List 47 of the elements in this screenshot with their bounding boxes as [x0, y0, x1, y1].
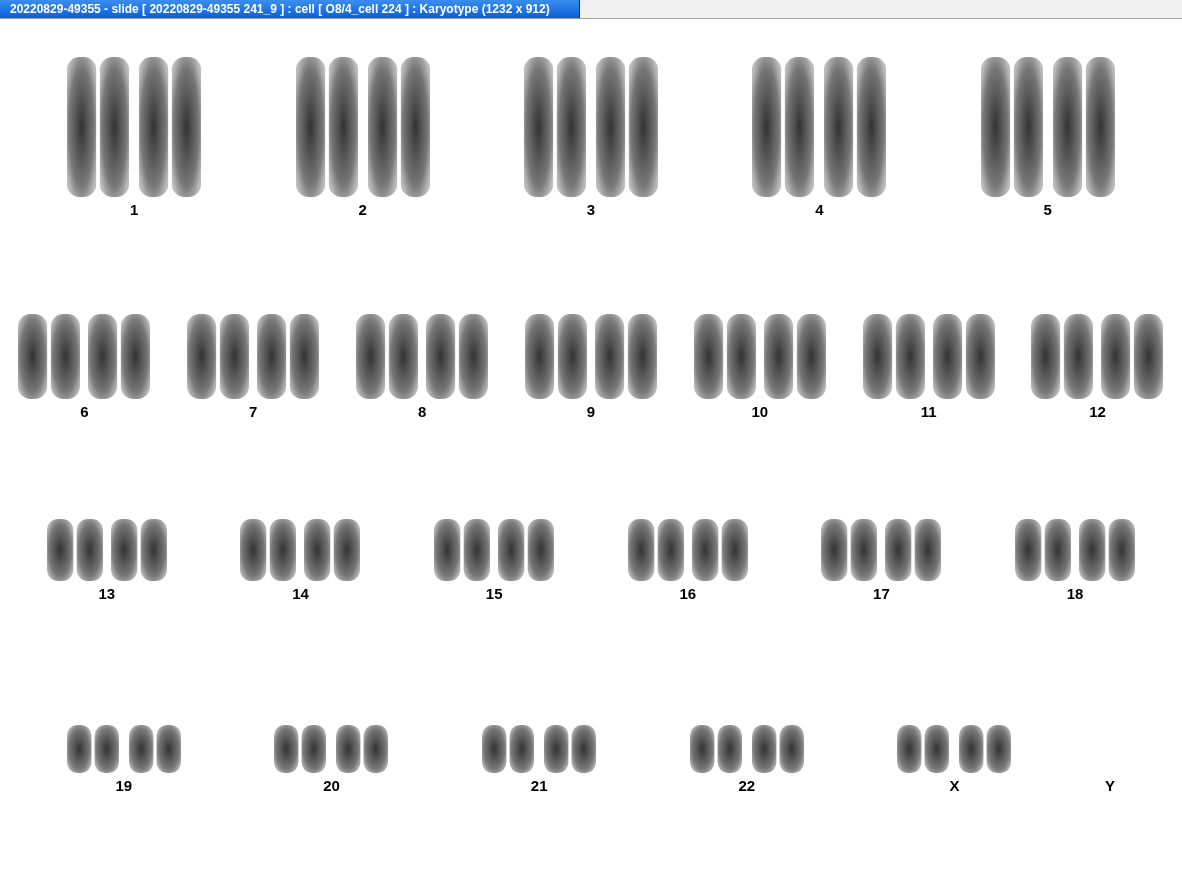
- chromosome-number: 15: [485, 585, 503, 603]
- chromosome-number: 3: [586, 201, 596, 219]
- chromosome-number: X: [949, 777, 960, 795]
- chromosome-image: [821, 519, 878, 581]
- chromosome-number: 1: [130, 201, 139, 219]
- chromosome-image: [482, 725, 535, 773]
- chromosome-number: 20: [323, 777, 340, 795]
- chromosome-number: 5: [1043, 201, 1052, 219]
- chromosome-number: 4: [815, 201, 824, 219]
- chromosome-image: [689, 725, 742, 773]
- chromosome-image: [304, 519, 361, 581]
- chromosome-number: 2: [358, 201, 367, 219]
- chromosome-image: [336, 725, 389, 773]
- chromosome-image: [240, 519, 297, 581]
- chromosome-image: [1015, 519, 1072, 581]
- chromosome-number: 11: [920, 403, 937, 421]
- chromosome-image: [128, 725, 181, 773]
- chromosome-image: [544, 725, 597, 773]
- chromosome-number: 19: [115, 777, 133, 795]
- chromosome-number: 22: [738, 777, 756, 795]
- chromosome-image: [46, 519, 103, 581]
- chromosome-image: [959, 725, 1012, 773]
- chromosome-image: [627, 519, 684, 581]
- chromosome-image: [110, 519, 167, 581]
- chromosome-image: [885, 519, 942, 581]
- chromosome-number: Y: [1105, 777, 1116, 795]
- chromosome-number: 16: [679, 585, 697, 603]
- chromosome-number: 6: [80, 403, 89, 421]
- chromosome-image: [897, 725, 950, 773]
- chromosome-number: 14: [292, 585, 309, 603]
- chromosome-number: 18: [1066, 585, 1084, 603]
- chromosome-number: 17: [873, 585, 890, 603]
- chromosome-image: [751, 725, 804, 773]
- chromosome-number: 9: [586, 403, 596, 421]
- chromosome-image: [434, 519, 491, 581]
- chromosome-number: 10: [751, 403, 769, 421]
- chromosome-number: 8: [417, 403, 427, 421]
- window-title: 20220829-49355 - slide [ 20220829-49355 241_9 ] : cell [ O8/4_cell 224 ] : Karyotype (1232 x 912): [0, 0, 580, 18]
- chromosome-image: [66, 725, 119, 773]
- chromosome-number: 13: [98, 585, 116, 603]
- chromosome-image: [498, 519, 555, 581]
- chromosome-number: 21: [530, 777, 548, 795]
- chromosome-number: 12: [1089, 403, 1106, 421]
- chromosome-number: 7: [249, 403, 258, 421]
- chromosome-image: [1079, 519, 1136, 581]
- chromosome-image: [274, 725, 327, 773]
- chromosome-image: [691, 519, 748, 581]
